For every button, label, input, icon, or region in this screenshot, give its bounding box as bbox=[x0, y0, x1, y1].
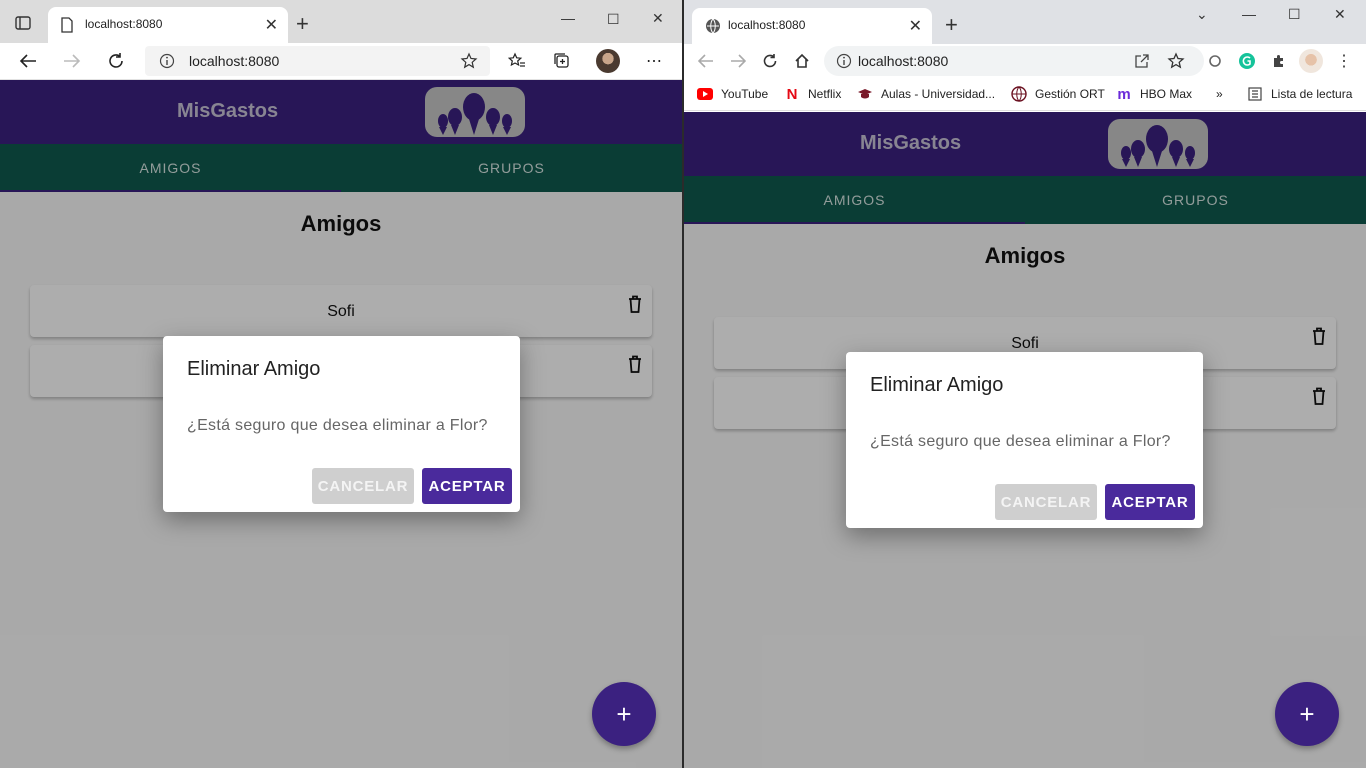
profile-avatar[interactable] bbox=[1299, 49, 1323, 73]
app-viewport: MisGastos AMIGOS GRUPOS Amigos Sofi + El… bbox=[684, 112, 1366, 768]
grammarly-icon[interactable] bbox=[1237, 51, 1257, 71]
add-friend-button[interactable]: + bbox=[592, 682, 656, 746]
close-window-icon[interactable]: ✕ bbox=[1334, 6, 1346, 23]
netflix-icon: N bbox=[786, 85, 798, 103]
toolbar: localhost:8080 ⋯ bbox=[0, 43, 682, 80]
new-tab-icon[interactable]: + bbox=[296, 13, 309, 35]
close-window-icon[interactable]: ✕ bbox=[652, 10, 664, 27]
graduation-cap-icon bbox=[857, 86, 873, 102]
globe-icon bbox=[705, 18, 721, 39]
tab-title: localhost:8080 bbox=[728, 18, 806, 32]
tab-strip: localhost:8080 ✕ + ⌄ — ☐ ✕ bbox=[684, 0, 1366, 44]
bookmarks-overflow[interactable]: » bbox=[1216, 85, 1223, 103]
forward-icon[interactable] bbox=[62, 51, 82, 71]
url-text: localhost:8080 bbox=[189, 53, 280, 69]
maximize-icon[interactable]: ☐ bbox=[1288, 6, 1301, 23]
maximize-icon[interactable]: ☐ bbox=[607, 11, 620, 28]
youtube-icon bbox=[697, 86, 713, 102]
minimize-icon[interactable]: — bbox=[1242, 6, 1256, 22]
reading-list-icon bbox=[1247, 86, 1263, 102]
cancel-button[interactable]: CANCELAR bbox=[995, 484, 1097, 520]
delete-friend-dialog: Eliminar Amigo ¿Está seguro que desea el… bbox=[846, 352, 1203, 528]
bookmark-label: Gestión ORT bbox=[1035, 87, 1105, 101]
app-viewport: MisGastos AMIGOS GRUPOS Amigos Sofi + El… bbox=[0, 80, 682, 768]
add-friend-button[interactable]: + bbox=[1275, 682, 1339, 746]
refresh-icon[interactable] bbox=[760, 51, 780, 71]
share-icon[interactable] bbox=[1134, 53, 1150, 74]
reading-list-label: Lista de lectura bbox=[1271, 87, 1353, 101]
tab-actions-icon[interactable] bbox=[14, 14, 32, 32]
bookmark-netflix[interactable]: N Netflix bbox=[784, 85, 842, 103]
tab-title: localhost:8080 bbox=[85, 17, 163, 31]
dialog-message: ¿Está seguro que desea eliminar a Flor? bbox=[187, 417, 488, 434]
tab-search-icon[interactable]: ⌄ bbox=[1196, 6, 1208, 23]
bookmark-label: HBO Max bbox=[1140, 87, 1193, 101]
globe-icon bbox=[1011, 86, 1027, 102]
address-bar[interactable]: localhost:8080 bbox=[145, 46, 490, 76]
info-icon[interactable] bbox=[836, 53, 852, 74]
cancel-button[interactable]: CANCELAR bbox=[312, 468, 414, 504]
profile-avatar[interactable] bbox=[596, 49, 620, 73]
forward-icon[interactable] bbox=[728, 51, 748, 71]
bookmark-youtube[interactable]: YouTube bbox=[697, 85, 768, 103]
hbo-max-icon: m bbox=[1117, 85, 1131, 103]
accept-button[interactable]: ACEPTAR bbox=[1105, 484, 1195, 520]
info-icon[interactable] bbox=[159, 53, 175, 74]
browser-tab[interactable]: localhost:8080 ✕ bbox=[692, 8, 932, 44]
new-tab-icon[interactable]: + bbox=[945, 14, 958, 36]
tab-strip: localhost:8080 ✕ + — ☐ ✕ bbox=[0, 0, 682, 43]
edge-browser-window: localhost:8080 ✕ + — ☐ ✕ localhost:8080 bbox=[0, 0, 682, 768]
dialog-message: ¿Está seguro que desea eliminar a Flor? bbox=[870, 433, 1171, 450]
url-text: localhost:8080 bbox=[858, 53, 949, 69]
chrome-browser-window: localhost:8080 ✕ + ⌄ — ☐ ✕ localhost:808… bbox=[684, 0, 1366, 768]
collections-icon[interactable] bbox=[552, 51, 572, 71]
extension-circle-icon[interactable] bbox=[1205, 51, 1225, 71]
menu-kebab-icon[interactable]: ⋮ bbox=[1334, 51, 1354, 71]
home-icon[interactable] bbox=[792, 51, 812, 71]
favorites-icon[interactable] bbox=[507, 51, 527, 71]
dialog-title: Eliminar Amigo bbox=[187, 358, 321, 380]
bookmark-label: YouTube bbox=[721, 87, 769, 101]
bookmark-label: Netflix bbox=[808, 87, 842, 101]
page-icon bbox=[60, 17, 74, 38]
bookmark-gestion-ort[interactable]: Gestión ORT bbox=[1011, 85, 1105, 103]
address-bar[interactable]: localhost:8080 bbox=[824, 46, 1204, 76]
back-icon[interactable] bbox=[18, 51, 38, 71]
bookmark-label: Aulas - Universidad... bbox=[881, 87, 996, 101]
close-tab-icon[interactable]: ✕ bbox=[909, 16, 922, 36]
bookmarks-bar: YouTube N Netflix Aulas - Universidad...… bbox=[684, 78, 1366, 111]
close-tab-icon[interactable]: ✕ bbox=[265, 15, 278, 35]
refresh-icon[interactable] bbox=[106, 51, 126, 71]
more-icon[interactable]: ⋯ bbox=[644, 51, 664, 71]
accept-button[interactable]: ACEPTAR bbox=[422, 468, 512, 504]
minimize-icon[interactable]: — bbox=[561, 10, 575, 26]
delete-friend-dialog: Eliminar Amigo ¿Está seguro que desea el… bbox=[163, 336, 520, 512]
add-favorite-icon[interactable] bbox=[460, 52, 478, 75]
browser-tab[interactable]: localhost:8080 ✕ bbox=[48, 7, 288, 43]
reading-list[interactable]: Lista de lectura bbox=[1247, 85, 1352, 103]
dialog-title: Eliminar Amigo bbox=[870, 374, 1004, 396]
bookmark-star-icon[interactable] bbox=[1167, 52, 1185, 75]
back-icon[interactable] bbox=[696, 51, 716, 71]
extensions-puzzle-icon[interactable] bbox=[1269, 51, 1289, 71]
bookmark-hbo-max[interactable]: m HBO Max bbox=[1116, 85, 1192, 103]
bookmark-aulas[interactable]: Aulas - Universidad... bbox=[857, 85, 995, 103]
toolbar: localhost:8080 ⋮ bbox=[684, 44, 1366, 78]
